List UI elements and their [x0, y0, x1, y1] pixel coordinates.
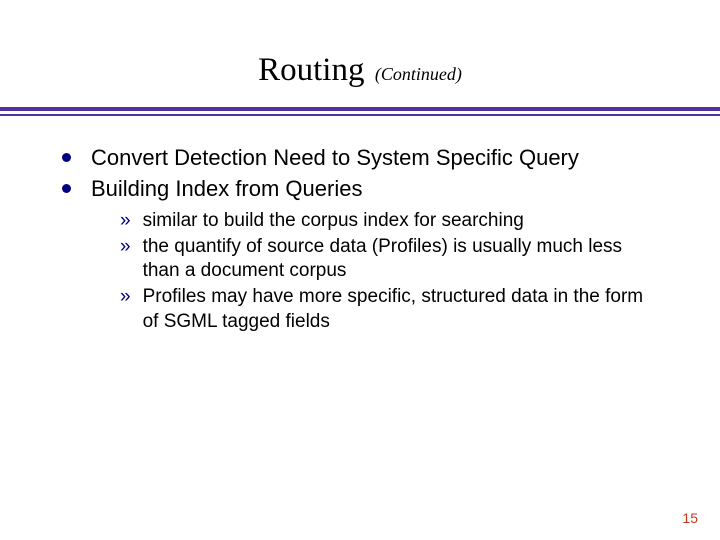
raquo-bullet-icon: »	[120, 285, 131, 309]
bullet-text: Profiles may have more specific, structu…	[143, 285, 658, 334]
bullet-text: Convert Detection Need to System Specifi…	[91, 144, 658, 172]
bullet-level2: » the quantify of source data (Profiles)…	[120, 235, 658, 284]
slide: Routing (Continued) Convert Detection Ne…	[0, 0, 720, 540]
bullet-text: the quantify of source data (Profiles) i…	[143, 235, 658, 284]
bullet-level1: Building Index from Queries	[62, 175, 658, 203]
bullet-level1: Convert Detection Need to System Specifi…	[62, 144, 658, 172]
bullet-text: Building Index from Queries	[91, 175, 658, 203]
bullet-level2: » similar to build the corpus index for …	[120, 209, 658, 233]
raquo-bullet-icon: »	[120, 209, 131, 233]
slide-subtitle: (Continued)	[375, 64, 462, 84]
slide-body: Convert Detection Need to System Specifi…	[0, 116, 720, 335]
disc-bullet-icon	[62, 184, 71, 193]
title-block: Routing (Continued)	[0, 0, 720, 89]
title-rule	[0, 107, 720, 116]
bullet-text: similar to build the corpus index for se…	[143, 209, 658, 233]
slide-title: Routing	[258, 52, 364, 88]
disc-bullet-icon	[62, 153, 71, 162]
raquo-bullet-icon: »	[120, 235, 131, 259]
page-number: 15	[682, 510, 698, 526]
sub-bullet-group: » similar to build the corpus index for …	[62, 209, 658, 335]
rule-thick	[0, 107, 720, 111]
bullet-level2: » Profiles may have more specific, struc…	[120, 285, 658, 334]
